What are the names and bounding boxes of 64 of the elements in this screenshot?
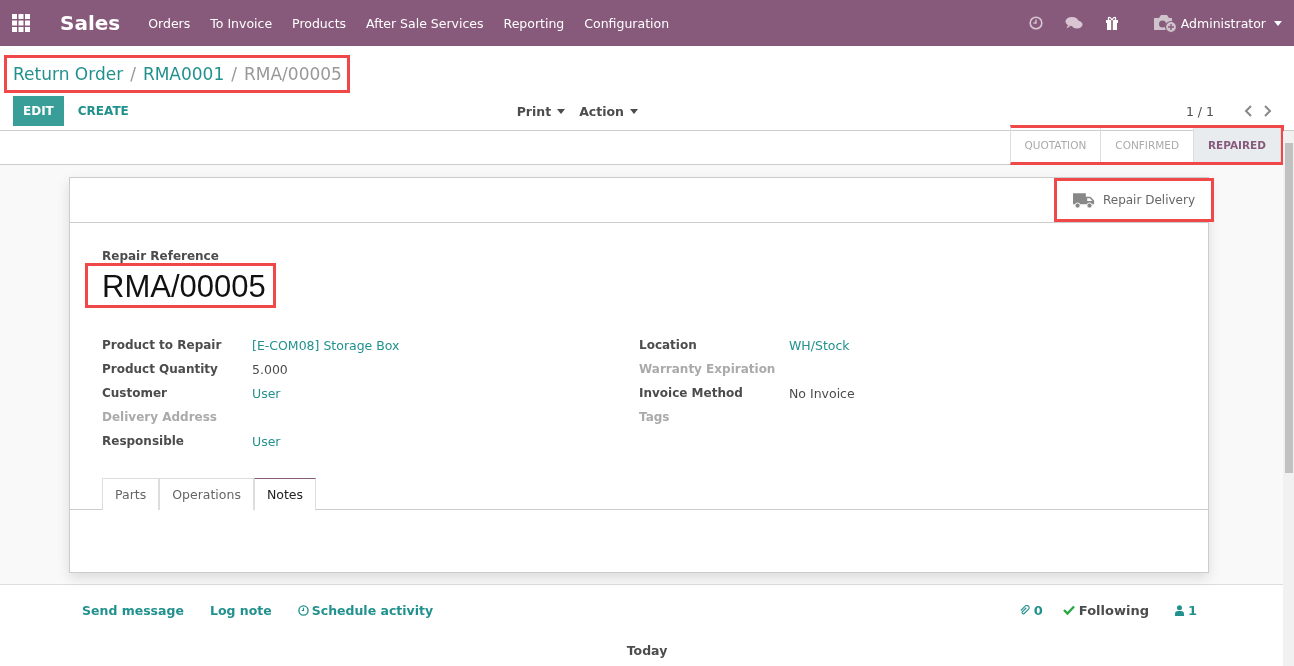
field-label: Product to Repair xyxy=(102,338,223,353)
chat-icon[interactable] xyxy=(1064,16,1083,30)
breadcrumb-item[interactable]: Return Order xyxy=(13,64,124,84)
user-menu[interactable]: Administrator xyxy=(1180,15,1266,31)
previous-icon[interactable] xyxy=(1244,105,1252,117)
menu-item[interactable]: Products xyxy=(292,15,347,31)
scrollbar[interactable] xyxy=(1283,131,1294,666)
follower-count[interactable]: 1 xyxy=(1187,602,1197,618)
field-text: 5.000 xyxy=(252,361,288,377)
menu-item[interactable]: Reporting xyxy=(503,15,565,31)
repair-reference: RMA/00005 xyxy=(85,263,276,309)
caret-icon xyxy=(1274,20,1282,26)
field-link[interactable]: User xyxy=(252,385,281,401)
repair-delivery-button[interactable]: Repair Delivery xyxy=(1053,178,1214,222)
field-link[interactable]: [E-COM08] Storage Box xyxy=(252,337,400,353)
action-dropdown[interactable]: Action xyxy=(579,103,639,119)
menu-item[interactable]: Orders xyxy=(148,15,191,31)
edit-button[interactable]: EDIT xyxy=(13,96,64,126)
clock-icon xyxy=(297,604,309,616)
field-label: Invoice Method xyxy=(639,386,744,401)
menu-item[interactable]: Configuration xyxy=(584,15,670,31)
caret-icon xyxy=(557,108,566,114)
notebook-tab[interactable]: Notes xyxy=(253,478,317,512)
gift-icon[interactable] xyxy=(1104,16,1119,30)
breadcrumb-current: RMA/00005 xyxy=(244,64,342,84)
next-icon[interactable] xyxy=(1264,105,1272,117)
notebook-tab[interactable]: Parts xyxy=(102,478,160,511)
field-link[interactable]: User xyxy=(252,433,281,449)
person-icon xyxy=(1174,604,1184,616)
field-label: Delivery Address xyxy=(102,410,218,425)
status-stage[interactable]: QUOTATION xyxy=(1010,128,1102,162)
breadcrumb-item[interactable]: RMA0001 xyxy=(142,64,225,84)
field-label: Location xyxy=(639,338,698,353)
pager-value: 1 / 1 xyxy=(1185,103,1214,119)
following-button[interactable]: Following xyxy=(1078,602,1149,618)
send-message-link[interactable]: Send message xyxy=(82,602,184,618)
app-name: Sales xyxy=(60,11,121,35)
truck-icon xyxy=(1072,191,1095,209)
schedule-activity-link[interactable]: Schedule activity xyxy=(311,602,434,618)
check-icon xyxy=(1062,605,1075,615)
field-label: Customer xyxy=(102,386,169,401)
log-note-link[interactable]: Log note xyxy=(209,602,272,618)
field-label: Responsible xyxy=(102,434,185,449)
field-label: Tags xyxy=(639,410,671,425)
breadcrumb-separator: / xyxy=(130,64,136,84)
field-label: Product Quantity xyxy=(102,362,219,377)
print-dropdown[interactable]: Print xyxy=(516,103,566,119)
breadcrumb-separator: / xyxy=(231,64,237,84)
field-text: No Invoice xyxy=(789,385,855,401)
menu-item[interactable]: After Sale Services xyxy=(366,15,484,31)
status-stage[interactable]: REPAIRED xyxy=(1194,128,1281,162)
notebook-tab[interactable]: Operations xyxy=(159,478,254,511)
camera-avatar-icon[interactable] xyxy=(1152,13,1177,33)
caret-icon xyxy=(630,108,639,114)
field-link[interactable]: WH/Stock xyxy=(789,337,850,353)
create-button[interactable]: CREATE xyxy=(77,104,129,118)
day-separator: Today xyxy=(625,643,669,658)
apps-grid-icon[interactable] xyxy=(12,14,30,32)
field-label: Warranty Expiration xyxy=(639,362,777,377)
clock-icon[interactable] xyxy=(1028,16,1043,30)
attachment-count[interactable]: 0 xyxy=(1033,602,1043,618)
field-label: Repair Reference xyxy=(102,249,220,263)
paperclip-icon xyxy=(1018,604,1030,616)
menu-item[interactable]: To Invoice xyxy=(210,15,273,31)
